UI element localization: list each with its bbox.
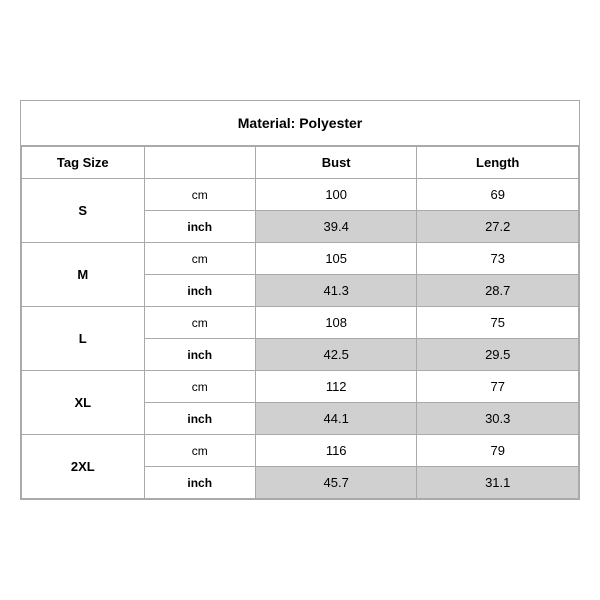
inch-bust: 42.5 [255, 339, 417, 371]
header-unit [144, 147, 255, 179]
header-tag-size: Tag Size [22, 147, 145, 179]
unit-inch: inch [144, 467, 255, 499]
cm-bust: 105 [255, 243, 417, 275]
tag-size-cell: 2XL [22, 435, 145, 499]
cm-bust: 116 [255, 435, 417, 467]
unit-inch: inch [144, 275, 255, 307]
table-row: Scm10069 [22, 179, 579, 211]
inch-length: 30.3 [417, 403, 579, 435]
cm-length: 73 [417, 243, 579, 275]
inch-bust: 39.4 [255, 211, 417, 243]
inch-length: 27.2 [417, 211, 579, 243]
unit-cm: cm [144, 179, 255, 211]
unit-inch: inch [144, 211, 255, 243]
tag-size-cell: L [22, 307, 145, 371]
tag-size-cell: S [22, 179, 145, 243]
cm-bust: 108 [255, 307, 417, 339]
unit-cm: cm [144, 243, 255, 275]
cm-bust: 112 [255, 371, 417, 403]
header-bust: Bust [255, 147, 417, 179]
inch-length: 28.7 [417, 275, 579, 307]
unit-cm: cm [144, 435, 255, 467]
cm-length: 77 [417, 371, 579, 403]
inch-bust: 45.7 [255, 467, 417, 499]
table-row: Mcm10573 [22, 243, 579, 275]
header-length: Length [417, 147, 579, 179]
cm-length: 79 [417, 435, 579, 467]
tag-size-cell: M [22, 243, 145, 307]
inch-bust: 41.3 [255, 275, 417, 307]
unit-inch: inch [144, 339, 255, 371]
inch-length: 29.5 [417, 339, 579, 371]
table-row: 2XLcm11679 [22, 435, 579, 467]
cm-length: 69 [417, 179, 579, 211]
tag-size-cell: XL [22, 371, 145, 435]
inch-length: 31.1 [417, 467, 579, 499]
cm-bust: 100 [255, 179, 417, 211]
inch-bust: 44.1 [255, 403, 417, 435]
unit-cm: cm [144, 307, 255, 339]
size-table: Tag Size Bust Length Scm10069inch39.427.… [21, 146, 579, 499]
unit-cm: cm [144, 371, 255, 403]
table-row: Lcm10875 [22, 307, 579, 339]
chart-title: Material: Polyester [21, 101, 579, 146]
cm-length: 75 [417, 307, 579, 339]
unit-inch: inch [144, 403, 255, 435]
size-chart-container: Material: Polyester Tag Size Bust Length… [20, 100, 580, 500]
table-row: XLcm11277 [22, 371, 579, 403]
